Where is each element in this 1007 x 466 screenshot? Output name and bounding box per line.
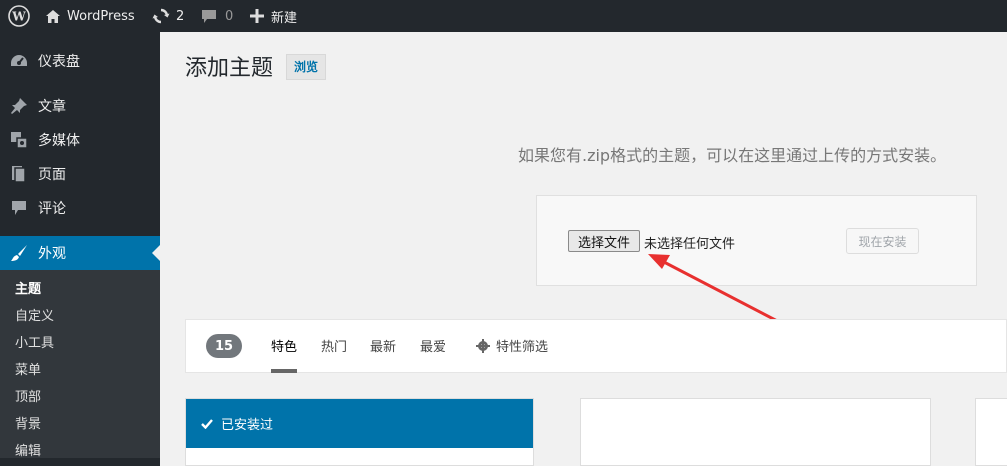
theme-card[interactable]: 已安装过	[185, 398, 534, 466]
theme-card[interactable]	[580, 398, 931, 466]
theme-card[interactable]	[975, 398, 1007, 466]
submenu-item-widgets[interactable]: 小工具	[15, 334, 54, 354]
choose-file-button[interactable]: 选择文件	[568, 230, 640, 252]
dashboard-icon	[9, 51, 29, 71]
comments-count: 0	[225, 8, 234, 24]
menu-label: 仪表盘	[38, 54, 80, 70]
media-icon	[9, 130, 29, 150]
active-menu-indicator	[152, 245, 160, 261]
updates-link[interactable]: 2	[152, 0, 184, 32]
menu-item-appearance[interactable]: 外观	[0, 236, 160, 270]
tab-latest[interactable]: 最新	[370, 336, 396, 373]
menu-label: 文章	[38, 99, 66, 115]
pin-icon	[9, 96, 29, 116]
feature-filter-button[interactable]: 特性筛选	[476, 336, 548, 355]
home-icon	[45, 9, 61, 24]
menu-label: 页面	[38, 167, 66, 183]
feature-filter-label: 特性筛选	[496, 340, 549, 355]
menu-label: 评论	[38, 201, 66, 217]
comments-link[interactable]: 0	[201, 0, 233, 32]
installed-label: 已安装过	[221, 418, 274, 433]
updates-count: 2	[176, 8, 185, 24]
new-content-link[interactable]: 新建	[250, 0, 297, 32]
browse-button[interactable]: 浏览	[286, 54, 327, 80]
site-name: WordPress	[67, 8, 135, 24]
theme-filter-bar: 15 特色 热门 最新 最爱 特性筛选	[185, 319, 1007, 373]
comment-icon	[201, 9, 217, 24]
theme-count-badge: 15	[206, 334, 242, 358]
page-icon	[9, 164, 29, 184]
menu-item-comments[interactable]: 评论	[0, 191, 160, 225]
admin-bar: W WordPress 2 0 新建	[0, 0, 1007, 32]
plus-icon	[250, 9, 264, 23]
page-title: 添加主题	[185, 56, 274, 81]
gear-icon	[476, 338, 490, 353]
comment-icon	[9, 198, 29, 218]
submenu-item-header[interactable]: 顶部	[15, 388, 41, 408]
submenu-item-background[interactable]: 背景	[15, 415, 41, 435]
submenu-item-themes[interactable]: 主题	[15, 280, 41, 300]
tab-favorites[interactable]: 最爱	[420, 336, 446, 373]
new-label: 新建	[271, 10, 298, 26]
menu-label: 多媒体	[38, 133, 80, 149]
upload-help-text: 如果您有.zip格式的主题，可以在这里通过上传的方式安装。	[518, 146, 947, 165]
appearance-submenu: 主题 自定义 小工具 菜单 顶部 背景 编辑	[0, 270, 160, 459]
svg-text:W: W	[11, 10, 26, 24]
install-now-button[interactable]: 现在安装	[846, 228, 919, 254]
checkmark-icon	[201, 418, 213, 429]
menu-item-pages[interactable]: 页面	[0, 157, 160, 191]
installed-banner: 已安装过	[186, 399, 533, 448]
updates-icon	[152, 8, 170, 24]
paintbrush-icon	[9, 243, 29, 263]
menu-item-posts[interactable]: 文章	[0, 89, 160, 123]
menu-item-media[interactable]: 多媒体	[0, 123, 160, 157]
admin-sidebar: 仪表盘 文章 多媒体 页面 评论 外观 主题 自定义 小工具 菜单 顶部 背景 …	[0, 32, 160, 466]
tab-popular[interactable]: 热门	[321, 336, 347, 373]
submenu-item-customize[interactable]: 自定义	[15, 307, 54, 327]
submenu-item-editor[interactable]: 编辑	[15, 442, 41, 462]
tab-featured[interactable]: 特色	[271, 336, 298, 373]
site-link[interactable]: WordPress	[45, 0, 135, 32]
menu-label: 外观	[38, 246, 66, 262]
wordpress-logo-icon[interactable]: W	[8, 0, 30, 32]
menu-item-dashboard[interactable]: 仪表盘	[0, 44, 160, 78]
submenu-item-menus[interactable]: 菜单	[15, 361, 41, 381]
